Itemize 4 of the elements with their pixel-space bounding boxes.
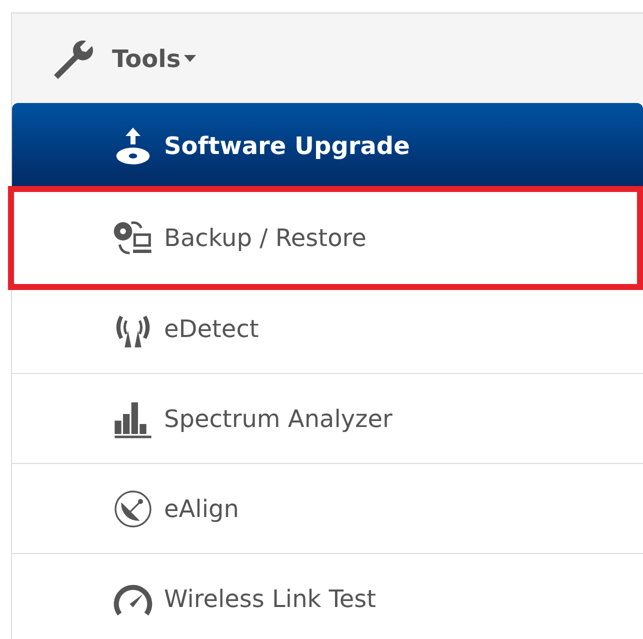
menu-item[interactable]: Backup / Restore [8,186,643,290]
caret-icon [184,55,196,62]
menu-item[interactable]: Software Upgrade [12,103,643,189]
tools-dropdown[interactable]: Tools [112,44,196,72]
